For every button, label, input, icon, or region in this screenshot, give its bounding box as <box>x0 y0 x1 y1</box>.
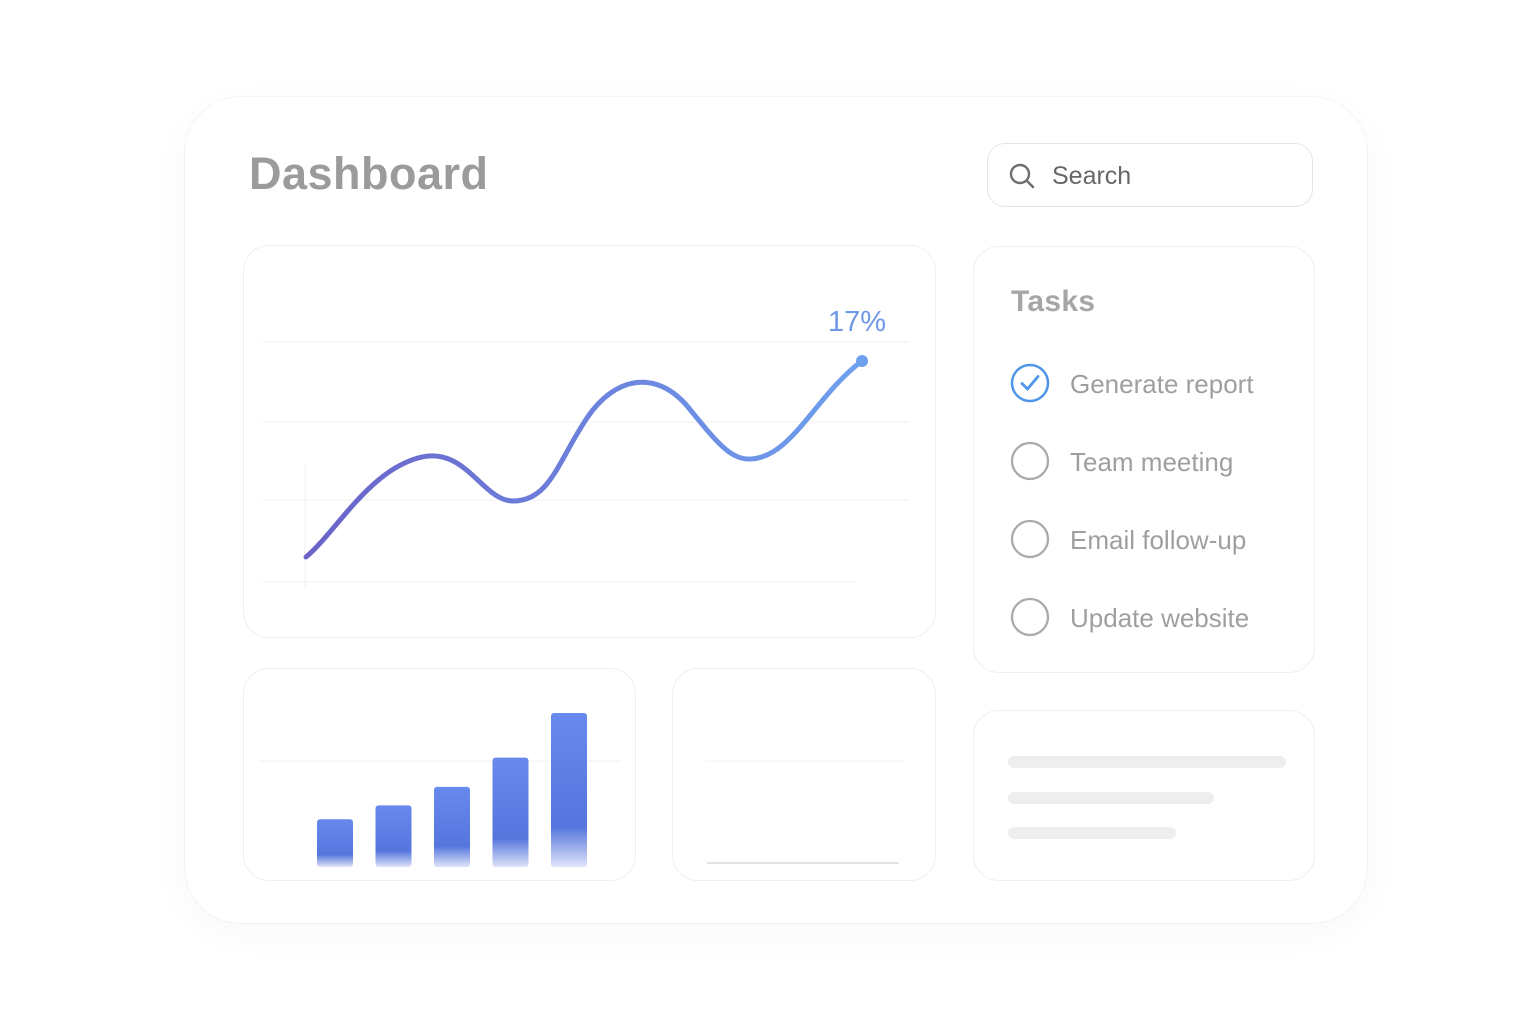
highlight-point <box>856 355 868 367</box>
middle-widget-lines <box>705 760 905 864</box>
tasks-card: Tasks Generate report Team meeting Email… <box>973 246 1315 673</box>
trend-line <box>303 358 865 560</box>
empty-circle-icon[interactable] <box>1010 441 1050 481</box>
placeholder-line <box>1008 792 1214 804</box>
task-item[interactable]: Generate report <box>1010 363 1300 407</box>
placeholder-line <box>1008 756 1286 768</box>
task-label: Email follow-up <box>1070 525 1247 555</box>
middle-widget-card <box>672 668 936 881</box>
search-input[interactable]: Search <box>987 143 1313 207</box>
task-label: Team meeting <box>1070 447 1234 477</box>
search-icon <box>1009 163 1035 189</box>
bar <box>434 786 470 867</box>
task-item[interactable]: Email follow-up <box>1010 519 1300 563</box>
line-chart-card: 17% <box>243 245 936 638</box>
task-label: Update website <box>1070 603 1250 633</box>
page-title: Dashboard <box>249 148 489 199</box>
empty-circle-icon[interactable] <box>1010 597 1050 637</box>
empty-circle-icon[interactable] <box>1010 519 1050 559</box>
tasks-title: Tasks <box>1011 285 1096 318</box>
task-item[interactable]: Team meeting <box>1010 441 1300 485</box>
placeholder-card <box>973 710 1315 881</box>
search-placeholder: Search <box>1052 162 1132 190</box>
line-chart: 17% <box>262 306 909 589</box>
task-item[interactable]: Update website <box>1010 597 1300 641</box>
bar <box>317 819 353 867</box>
placeholder-line <box>1008 827 1176 839</box>
checked-circle-icon[interactable] <box>1010 363 1050 403</box>
bar <box>492 757 529 867</box>
bar <box>375 805 412 867</box>
task-label: Generate report <box>1070 369 1254 399</box>
chart-annotation: 17% <box>828 306 886 338</box>
bar-chart-card <box>243 668 636 881</box>
bar-chart <box>260 713 620 867</box>
chart-gridlines <box>262 341 909 589</box>
bar <box>551 713 587 867</box>
